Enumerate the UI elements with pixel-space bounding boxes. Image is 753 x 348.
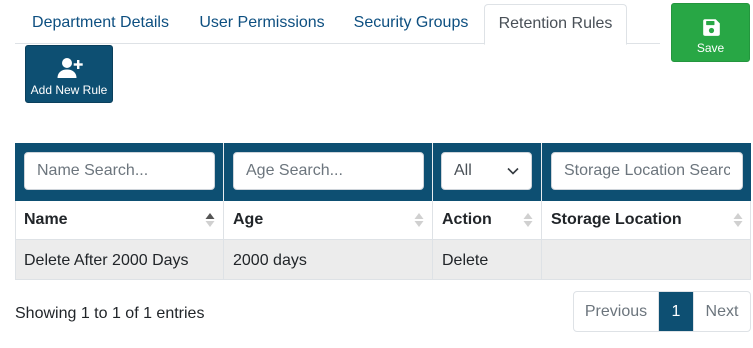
- table-row[interactable]: Delete After 2000 Days 2000 days Delete: [15, 240, 751, 280]
- filter-row: All: [15, 143, 751, 201]
- cell-storage-location: [542, 240, 751, 279]
- pagination: Previous 1 Next: [573, 291, 751, 332]
- tab-retention-rules[interactable]: Retention Rules: [484, 4, 627, 45]
- action-filter-select[interactable]: All: [441, 152, 532, 190]
- user-plus-icon: [57, 58, 83, 78]
- chevron-down-icon: [507, 167, 519, 175]
- save-button-label: Save: [696, 41, 725, 55]
- column-header-action[interactable]: Action: [433, 201, 542, 239]
- cell-age: 2000 days: [224, 240, 433, 279]
- pagination-next-button[interactable]: Next: [693, 292, 750, 331]
- age-search-input[interactable]: [233, 152, 424, 190]
- column-header-age[interactable]: Age: [224, 201, 433, 239]
- column-header-name[interactable]: Name: [15, 201, 224, 239]
- sort-icon: [733, 213, 743, 227]
- tab-security-groups[interactable]: Security Groups: [338, 4, 484, 44]
- sort-icon: [523, 213, 533, 227]
- retention-rules-table: All Name Age Action: [15, 143, 751, 280]
- floppy-disk-icon: [703, 19, 720, 36]
- pagination-page-1[interactable]: 1: [659, 292, 693, 331]
- column-header-label: Age: [233, 211, 264, 228]
- storage-location-search-input[interactable]: [551, 152, 743, 190]
- table-info-text: Showing 1 to 1 of 1 entries: [15, 305, 205, 322]
- pagination-previous-button[interactable]: Previous: [574, 292, 659, 331]
- save-button[interactable]: Save: [671, 3, 750, 62]
- filter-cell-name: [15, 143, 224, 201]
- action-filter-value: All: [454, 162, 472, 179]
- filter-cell-storage: [542, 143, 751, 201]
- add-new-rule-button[interactable]: Add New Rule: [25, 45, 113, 103]
- column-header-storage-location[interactable]: Storage Location: [542, 201, 751, 239]
- tab-bar: Department Details User Permissions Secu…: [15, 0, 660, 45]
- column-header-label: Name: [24, 211, 68, 228]
- column-header-label: Action: [442, 211, 492, 228]
- sort-icon: [414, 213, 424, 227]
- name-search-input[interactable]: [24, 152, 215, 190]
- sort-ascending-icon: [205, 213, 215, 227]
- tab-user-permissions[interactable]: User Permissions: [186, 4, 338, 44]
- tab-department-details[interactable]: Department Details: [15, 4, 186, 44]
- table-header-row: Name Age Action Storage Location: [15, 201, 751, 240]
- cell-action: Delete: [433, 240, 542, 279]
- add-new-rule-label: Add New Rule: [30, 83, 108, 97]
- column-header-label: Storage Location: [551, 211, 682, 228]
- filter-cell-age: [224, 143, 433, 201]
- filter-cell-action: All: [433, 143, 542, 201]
- cell-name: Delete After 2000 Days: [15, 240, 224, 279]
